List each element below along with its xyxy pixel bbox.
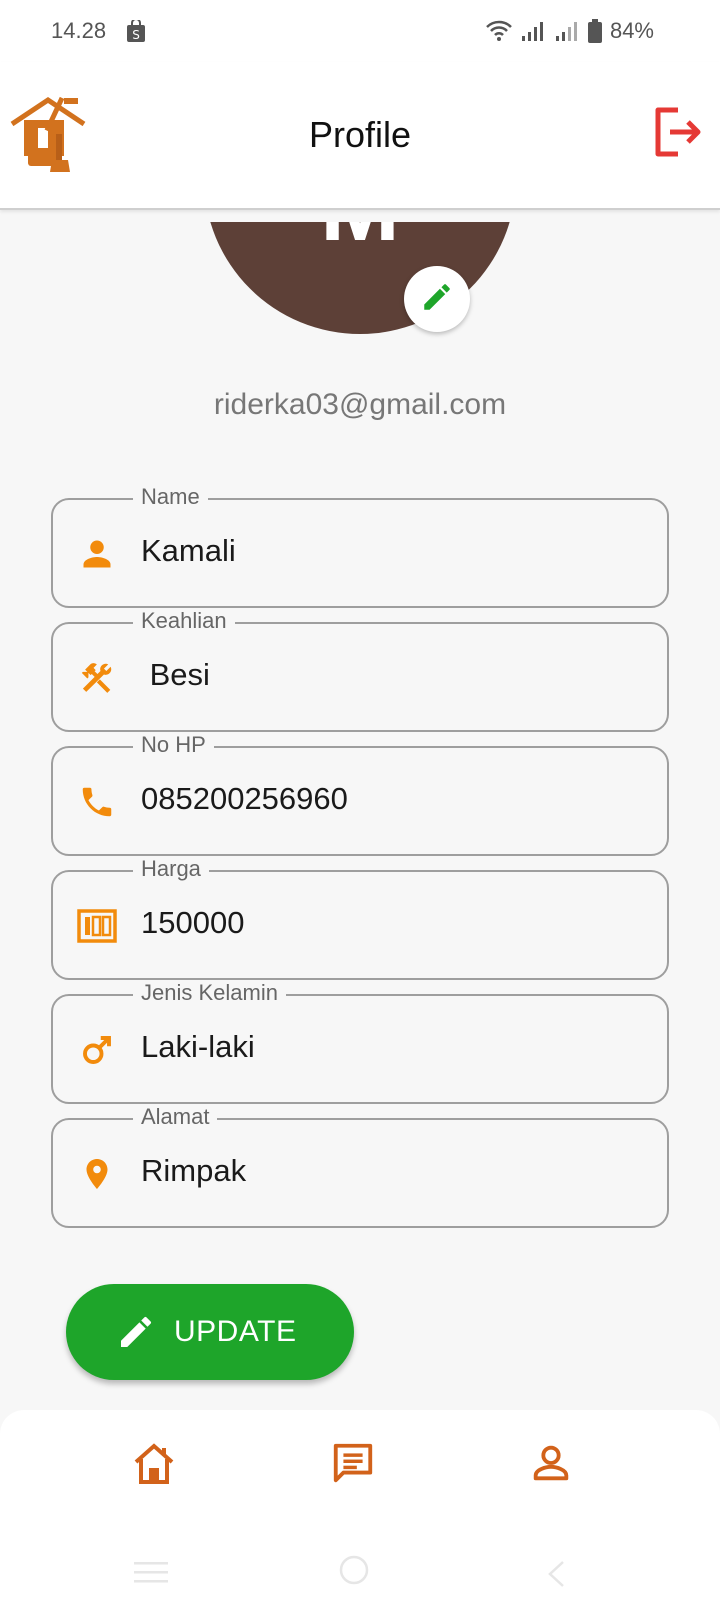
shopping-bag-icon: S (127, 18, 145, 47)
pencil-icon (420, 280, 454, 319)
account-icon (533, 1445, 569, 1481)
keahlian-label: Keahlian (133, 608, 235, 634)
pencil-icon (121, 1316, 152, 1347)
status-indicators: 84% (486, 18, 654, 44)
keahlian-field[interactable]: Keahlian (51, 608, 669, 732)
jenis-kelamin-field[interactable]: Jenis Kelamin (51, 980, 669, 1104)
signal-icon (554, 20, 580, 42)
harga-input[interactable] (141, 905, 641, 941)
battery-percent: 84% (609, 18, 654, 43)
money-icon (77, 906, 117, 946)
no-hp-field[interactable]: No HP (51, 732, 669, 856)
location-pin-icon (77, 1154, 117, 1194)
nav-account[interactable] (528, 1440, 574, 1491)
name-input[interactable] (141, 533, 641, 569)
nav-chat[interactable] (330, 1440, 376, 1491)
app-bar: Profile (0, 62, 720, 210)
phone-icon (77, 782, 117, 822)
logout-button[interactable] (652, 106, 704, 163)
jenis-kelamin-input[interactable] (141, 1029, 641, 1065)
home-system-button[interactable] (338, 1554, 370, 1591)
home-icon (134, 1443, 174, 1484)
avatar-initial: M (204, 222, 516, 256)
jenis-kelamin-label: Jenis Kelamin (133, 980, 286, 1006)
wifi-icon (486, 20, 512, 42)
update-label: UPDATE (174, 1315, 297, 1348)
page-title: Profile (308, 114, 412, 155)
menu-lines-icon (134, 1562, 168, 1583)
alamat-field[interactable]: Alamat (51, 1104, 669, 1228)
update-button[interactable]: UPDATE (66, 1284, 354, 1380)
male-icon (77, 1030, 117, 1070)
alamat-label: Alamat (133, 1104, 218, 1130)
chevron-left-icon (548, 1561, 564, 1587)
no-hp-label: No HP (133, 732, 214, 758)
battery-icon (587, 19, 602, 43)
harga-field[interactable]: Harga (51, 856, 669, 980)
svg-text:S: S (132, 28, 140, 42)
avatar-container: M (0, 222, 720, 342)
name-label: Name (133, 484, 208, 510)
person-icon (77, 534, 117, 574)
nav-home[interactable] (130, 1440, 178, 1493)
keahlian-input[interactable] (141, 657, 641, 693)
harga-label: Harga (133, 856, 209, 882)
bottom-navigation (0, 1410, 720, 1540)
back-button[interactable] (546, 1560, 566, 1593)
avatar: M (204, 222, 516, 334)
edit-avatar-button[interactable] (404, 266, 470, 332)
circle-icon (339, 1555, 369, 1585)
logout-icon (652, 107, 704, 162)
status-time: 14.28 (51, 18, 107, 43)
chat-icon (333, 1443, 373, 1483)
profile-email: riderka03@gmail.com (213, 388, 507, 421)
system-navigation-bar (0, 1540, 720, 1600)
alamat-input[interactable] (141, 1153, 641, 1189)
status-bar: 14.28 S 84% (0, 0, 720, 62)
signal-icon (520, 20, 546, 42)
name-field[interactable]: Name (51, 484, 669, 608)
recent-apps-button[interactable] (134, 1560, 168, 1589)
tools-icon (77, 658, 117, 698)
no-hp-input[interactable] (141, 781, 641, 817)
